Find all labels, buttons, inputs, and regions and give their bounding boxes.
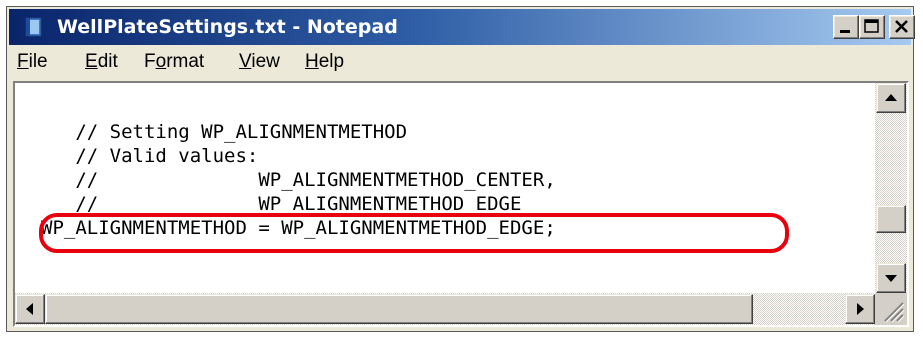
notepad-icon (25, 17, 42, 37)
arrow-down-icon (885, 275, 897, 282)
horizontal-scrollbar[interactable] (15, 293, 875, 325)
menu-edit[interactable]: Edit (85, 51, 118, 73)
maximize-button[interactable] (859, 15, 885, 39)
minimize-button[interactable] (833, 15, 859, 39)
resize-grip-icon (884, 302, 905, 323)
resize-grip[interactable] (875, 293, 907, 325)
text-line: // WP_ALIGNMENTMETHOD_EDGE (41, 193, 522, 215)
scroll-left-button[interactable] (15, 294, 45, 324)
title-bar[interactable]: WellPlateSettings.txt - Notepad (9, 9, 915, 45)
arrow-right-icon (857, 303, 864, 315)
menu-help[interactable]: Help (305, 51, 344, 73)
scroll-up-button[interactable] (876, 83, 906, 113)
vertical-scrollbar[interactable] (875, 83, 907, 293)
arrow-up-icon (885, 94, 897, 101)
horizontal-scroll-thumb[interactable] (45, 294, 753, 324)
text-line: // Valid values: (41, 145, 259, 167)
minimize-icon (840, 30, 850, 33)
text-line: // WP_ALIGNMENTMETHOD_CENTER, (41, 169, 556, 191)
text-line: // Setting WP_ALIGNMENTMETHOD (41, 121, 408, 143)
scroll-down-button[interactable] (876, 263, 906, 293)
editor-frame: // Setting WP_ALIGNMENTMETHOD // Valid v… (13, 81, 909, 327)
close-button[interactable] (889, 15, 915, 39)
text-editor[interactable]: // Setting WP_ALIGNMENTMETHOD // Valid v… (15, 83, 875, 293)
notepad-window: WellPlateSettings.txt - Notepad File Edi… (6, 6, 915, 332)
arrow-left-icon (26, 303, 33, 315)
highlight-annotation (39, 213, 789, 253)
maximize-icon (864, 19, 879, 33)
menu-format[interactable]: Format (144, 51, 204, 73)
vertical-scroll-thumb[interactable] (876, 205, 906, 233)
window-title: WellPlateSettings.txt - Notepad (57, 16, 398, 38)
menu-file[interactable]: File (17, 51, 48, 73)
scroll-right-button[interactable] (845, 294, 875, 324)
menu-bar: File Edit Format View Help (9, 45, 911, 79)
close-icon (895, 20, 908, 33)
menu-view[interactable]: View (239, 51, 280, 73)
